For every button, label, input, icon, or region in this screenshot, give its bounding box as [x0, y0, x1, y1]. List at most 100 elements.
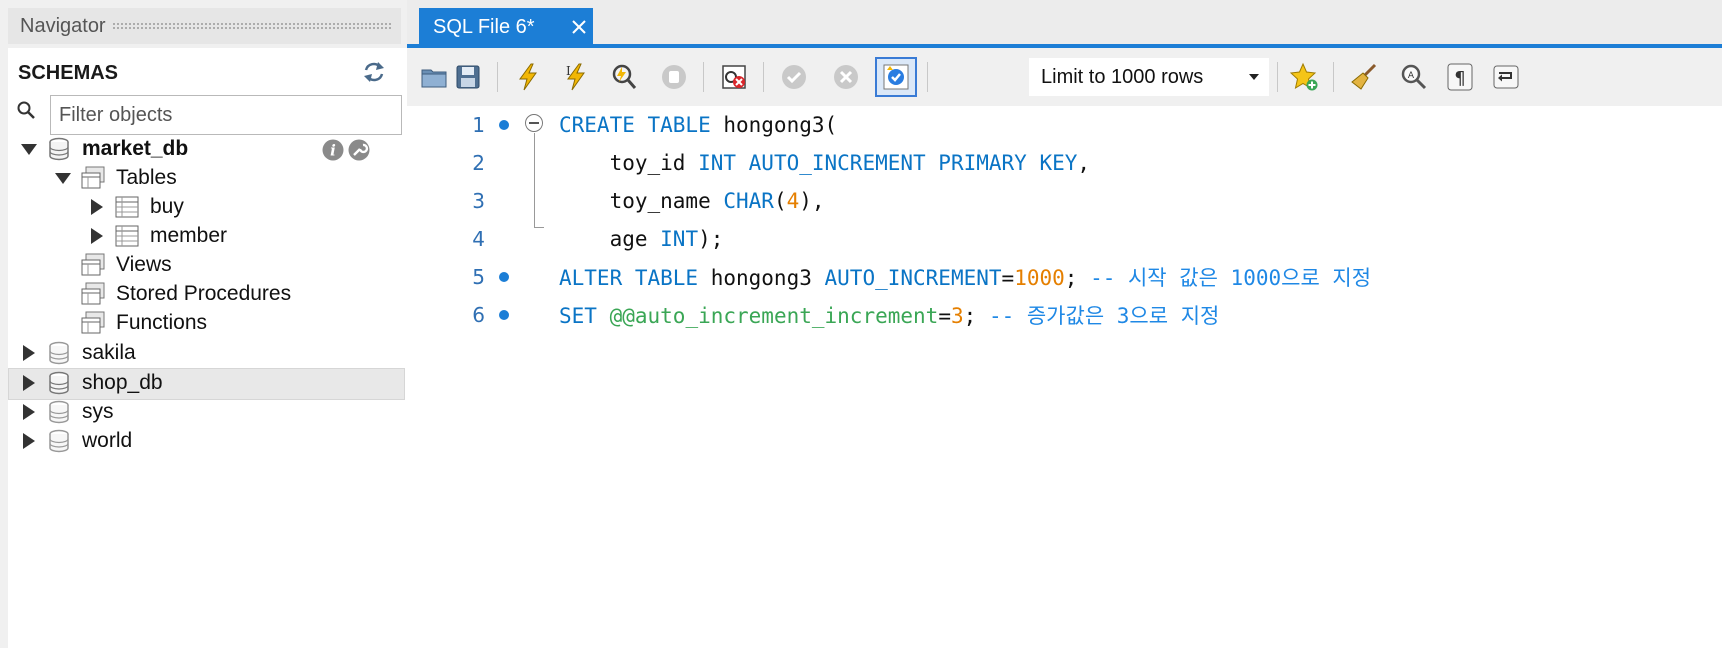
tree-item-functions[interactable]: Functions [80, 308, 207, 338]
tree-item-sys[interactable]: sys [20, 397, 114, 427]
tree-item-views[interactable]: Views [80, 250, 172, 280]
sql-punctuation: ); [698, 227, 724, 251]
line-number: 5 [472, 265, 485, 289]
code-line-5[interactable]: 5 ALTER TABLE hongong3 AUTO_INCREMENT=10… [407, 258, 1722, 296]
tree-item-member[interactable]: member [88, 221, 227, 251]
filter-objects-input[interactable] [50, 95, 402, 135]
save-button[interactable] [451, 60, 485, 94]
toolbar-separator [1277, 62, 1278, 92]
find-button[interactable]: A [1397, 60, 1431, 94]
open-file-button[interactable] [417, 60, 451, 94]
rollback-icon [834, 65, 858, 89]
tree-item-world[interactable]: world [20, 426, 132, 456]
line-number: 1 [472, 113, 485, 137]
expanded-arrow-icon[interactable] [20, 140, 38, 158]
wrench-icon[interactable] [347, 138, 371, 162]
info-icon[interactable]: i [321, 138, 345, 162]
open-folder-icon [421, 69, 447, 88]
stop-button[interactable] [657, 60, 691, 94]
sql-keyword: INT [660, 227, 699, 251]
collapsed-arrow-icon[interactable] [20, 403, 38, 421]
svg-text:A: A [1408, 71, 1415, 81]
sql-editor[interactable]: 1 CREATE TABLE hongong3( 2 toy_id INT AU… [407, 106, 1722, 648]
svg-text:¶: ¶ [1454, 68, 1465, 89]
code-line-4[interactable]: 4 age INT); [407, 220, 1722, 258]
tree-item-tables[interactable]: Tables [54, 163, 177, 193]
table-icon [115, 196, 139, 218]
sql-comment: -- 증가값은 3으로 지정 [988, 304, 1220, 328]
toolbar-separator [497, 62, 498, 92]
tree-label-sakila: sakila [82, 341, 136, 364]
tab-sql-file[interactable]: SQL File 6* [419, 8, 593, 46]
limit-rows-select[interactable]: Limit to 1000 rows [1029, 58, 1269, 96]
add-snippet-button[interactable] [1287, 60, 1321, 94]
sql-identifier: hongong3( [710, 113, 838, 137]
statement-marker-icon [499, 272, 509, 282]
collapsed-arrow-icon[interactable] [20, 432, 38, 450]
rollback-button[interactable] [829, 60, 863, 94]
navigator-panel: Navigator SCHEMAS market_db [0, 0, 407, 648]
refresh-icon[interactable] [361, 60, 387, 84]
word-wrap-icon [1493, 65, 1519, 89]
code-line-2[interactable]: 2 toy_id INT AUTO_INCREMENT PRIMARY KEY, [407, 144, 1722, 182]
code-line-6[interactable]: 6 SET @@auto_increment_increment=3; -- 증… [407, 296, 1722, 334]
navigator-grip[interactable] [111, 22, 391, 30]
tab-label: SQL File 6* [433, 15, 535, 38]
tree-label-world: world [82, 429, 133, 452]
tree-label-member: member [150, 224, 228, 247]
tree-item-market-db[interactable]: market_db [20, 134, 188, 164]
sql-comment: -- 시작 값은 1000으로 지정 [1090, 266, 1372, 290]
line-number: 2 [472, 151, 485, 175]
execute-current-button[interactable]: I [559, 60, 593, 94]
tree-label-functions: Functions [116, 311, 208, 334]
table-icon [115, 225, 139, 247]
tree-item-sakila[interactable]: sakila [20, 338, 136, 368]
sql-keyword: AUTO_INCREMENT [824, 266, 1002, 290]
collapsed-arrow-icon[interactable] [88, 227, 106, 245]
expanded-arrow-icon[interactable] [54, 169, 72, 187]
collapsed-arrow-icon[interactable] [20, 344, 38, 362]
sql-operator: = [1001, 266, 1015, 290]
explain-button[interactable] [607, 60, 641, 94]
sql-punctuation: ; [1064, 266, 1091, 290]
tree-label-shop-db: shop_db [82, 371, 163, 394]
code-line-3[interactable]: 3 toy_name CHAR(4), [407, 182, 1722, 220]
invisible-chars-icon: ¶ [1447, 63, 1473, 91]
tree-item-stored-procedures[interactable]: Stored Procedures [80, 279, 291, 309]
folder-procedures-icon [81, 282, 105, 305]
schemas-panel: SCHEMAS market_db i [8, 48, 407, 648]
execute-button[interactable] [511, 60, 545, 94]
sql-number: 1000 [1014, 266, 1065, 290]
find-icon: A [1401, 64, 1427, 90]
autocommit-icon [883, 64, 909, 90]
stop-icon [662, 65, 686, 89]
autocommit-toggle-button[interactable] [875, 57, 917, 97]
word-wrap-button[interactable] [1489, 60, 1523, 94]
toolbar-separator [1333, 62, 1334, 92]
sql-punctuation: , [1077, 151, 1091, 175]
code-line-1[interactable]: 1 CREATE TABLE hongong3( [407, 106, 1722, 144]
beautify-button[interactable] [1347, 60, 1381, 94]
collapsed-arrow-icon[interactable] [20, 374, 38, 392]
tree-label-tables: Tables [116, 166, 177, 189]
folder-views-icon [81, 253, 105, 276]
toolbar-separator [703, 62, 704, 92]
toolbar-separator [763, 62, 764, 92]
close-icon[interactable] [569, 17, 589, 37]
invisible-chars-button[interactable]: ¶ [1443, 60, 1477, 94]
stop-on-error-button[interactable] [717, 60, 751, 94]
sql-punctuation: ), [799, 189, 825, 213]
chevron-down-icon[interactable] [1249, 74, 1259, 80]
database-icon [49, 400, 69, 424]
commit-icon [782, 65, 806, 89]
folder-tables-icon [81, 166, 105, 189]
tree-item-shop-db[interactable]: shop_db [20, 368, 163, 398]
collapsed-arrow-icon[interactable] [88, 198, 106, 216]
tree-item-buy[interactable]: buy [88, 192, 184, 222]
explain-icon [612, 64, 637, 89]
commit-button[interactable] [777, 60, 811, 94]
database-icon [49, 341, 69, 365]
toolbar-separator [927, 62, 928, 92]
